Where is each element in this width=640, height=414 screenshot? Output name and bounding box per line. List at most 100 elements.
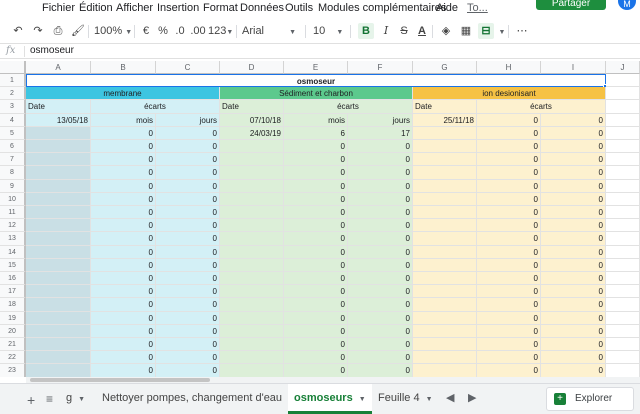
table-cell[interactable]: 0	[348, 219, 413, 233]
table-cell[interactable]: 0	[91, 206, 156, 220]
table-cell[interactable]	[606, 298, 640, 312]
table-cell[interactable]: 0	[156, 232, 220, 246]
table-cell[interactable]: 24/03/19	[220, 126, 284, 140]
table-cell[interactable]: 0	[156, 153, 220, 167]
table-cell[interactable]: mois	[284, 113, 348, 127]
table-cell[interactable]	[606, 126, 640, 140]
date-header[interactable]: Date	[413, 100, 477, 114]
table-cell[interactable]: 0	[284, 324, 348, 338]
table-cell[interactable]: 0	[541, 311, 606, 325]
table-cell[interactable]	[606, 140, 640, 154]
font-select[interactable]: Arial ▼	[242, 23, 302, 39]
table-cell[interactable]: 0	[541, 351, 606, 365]
table-cell[interactable]	[220, 285, 284, 299]
select-all-corner[interactable]	[0, 61, 26, 74]
table-cell[interactable]: 0	[156, 338, 220, 352]
table-cell[interactable]	[220, 245, 284, 259]
row-header[interactable]: 19	[0, 311, 26, 325]
table-cell[interactable]: 0	[284, 285, 348, 299]
table-cell[interactable]	[220, 166, 284, 180]
row-header[interactable]: 2	[0, 87, 26, 101]
table-cell[interactable]: 0	[541, 232, 606, 246]
borders-icon[interactable]: ▦	[458, 23, 474, 39]
table-cell[interactable]: 0	[284, 232, 348, 246]
table-cell[interactable]	[413, 272, 477, 286]
redo-icon[interactable]: ↷	[30, 23, 46, 39]
table-cell[interactable]	[26, 245, 91, 259]
date-header[interactable]: Date	[26, 100, 91, 114]
table-cell[interactable]: 0	[284, 338, 348, 352]
table-cell[interactable]	[26, 258, 91, 272]
column-header[interactable]: H	[477, 61, 541, 74]
table-cell[interactable]	[413, 192, 477, 206]
table-cell[interactable]: 0	[477, 219, 541, 233]
table-cell[interactable]: 0	[541, 126, 606, 140]
table-cell[interactable]: 0	[91, 351, 156, 365]
ecarts-header[interactable]: écarts	[477, 100, 606, 114]
table-cell[interactable]	[413, 351, 477, 365]
table-cell[interactable]: 0	[477, 153, 541, 167]
table-cell[interactable]	[606, 74, 640, 88]
table-cell[interactable]: 0	[348, 245, 413, 259]
menu-insertion[interactable]: Insertion	[157, 2, 199, 14]
row-header[interactable]: 15	[0, 258, 26, 272]
table-cell[interactable]: 0	[348, 258, 413, 272]
table-cell[interactable]	[606, 87, 640, 101]
table-cell[interactable]: 07/10/18	[220, 113, 284, 127]
table-cell[interactable]: 0	[348, 364, 413, 377]
table-cell[interactable]: 0	[348, 140, 413, 154]
table-cell[interactable]	[26, 311, 91, 325]
table-cell[interactable]: 0	[477, 166, 541, 180]
all-sheets-button[interactable]: ≡	[46, 392, 53, 406]
date-header[interactable]: Date	[220, 100, 284, 114]
ecarts-header[interactable]: écarts	[91, 100, 220, 114]
table-cell[interactable]	[606, 166, 640, 180]
table-cell[interactable]	[220, 258, 284, 272]
row-header[interactable]: 1	[0, 74, 26, 88]
table-cell[interactable]	[26, 192, 91, 206]
font-size-select[interactable]: 10 ▼	[313, 23, 343, 39]
column-header[interactable]: J	[606, 61, 640, 74]
row-header[interactable]: 18	[0, 298, 26, 312]
table-cell[interactable]: 0	[541, 206, 606, 220]
sheet-tab-osmoseurs[interactable]: osmoseurs ▼	[288, 384, 372, 414]
table-cell[interactable]: 0	[541, 179, 606, 193]
table-cell[interactable]	[606, 100, 640, 114]
table-cell[interactable]	[413, 206, 477, 220]
table-cell[interactable]: 0	[156, 311, 220, 325]
table-cell[interactable]: 0	[156, 351, 220, 365]
group-header-ion[interactable]: ion desionisant	[413, 87, 606, 101]
table-cell[interactable]: 0	[541, 272, 606, 286]
table-cell[interactable]: 0	[348, 179, 413, 193]
table-cell[interactable]: 0	[477, 311, 541, 325]
table-cell[interactable]	[606, 272, 640, 286]
scrollbar-thumb[interactable]	[30, 378, 210, 382]
more-formats-select[interactable]: 123▼	[208, 23, 233, 39]
table-cell[interactable]: 13/05/18	[26, 113, 91, 127]
table-cell[interactable]: 0	[156, 192, 220, 206]
table-cell[interactable]	[26, 285, 91, 299]
undo-icon[interactable]: ↶	[10, 23, 26, 39]
table-cell[interactable]: 0	[156, 258, 220, 272]
table-cell[interactable]	[413, 140, 477, 154]
fill-color-icon[interactable]: ◈	[438, 23, 454, 39]
table-cell[interactable]	[413, 153, 477, 167]
table-cell[interactable]: 0	[91, 232, 156, 246]
row-header[interactable]: 4	[0, 113, 26, 127]
table-cell[interactable]	[413, 258, 477, 272]
menu-format[interactable]: Format	[203, 2, 238, 14]
table-cell[interactable]	[606, 232, 640, 246]
table-cell[interactable]: jours	[156, 113, 220, 127]
table-cell[interactable]: 0	[91, 272, 156, 286]
table-cell[interactable]	[26, 179, 91, 193]
table-cell[interactable]: 0	[541, 324, 606, 338]
table-cell[interactable]	[606, 192, 640, 206]
table-cell[interactable]: 0	[156, 324, 220, 338]
table-cell[interactable]: 0	[477, 232, 541, 246]
table-cell[interactable]: 0	[91, 219, 156, 233]
table-cell[interactable]: 0	[91, 364, 156, 377]
table-cell[interactable]: 6	[284, 126, 348, 140]
table-cell[interactable]: 0	[348, 153, 413, 167]
table-cell[interactable]	[606, 258, 640, 272]
increase-decimal-button[interactable]: .00	[189, 23, 207, 39]
